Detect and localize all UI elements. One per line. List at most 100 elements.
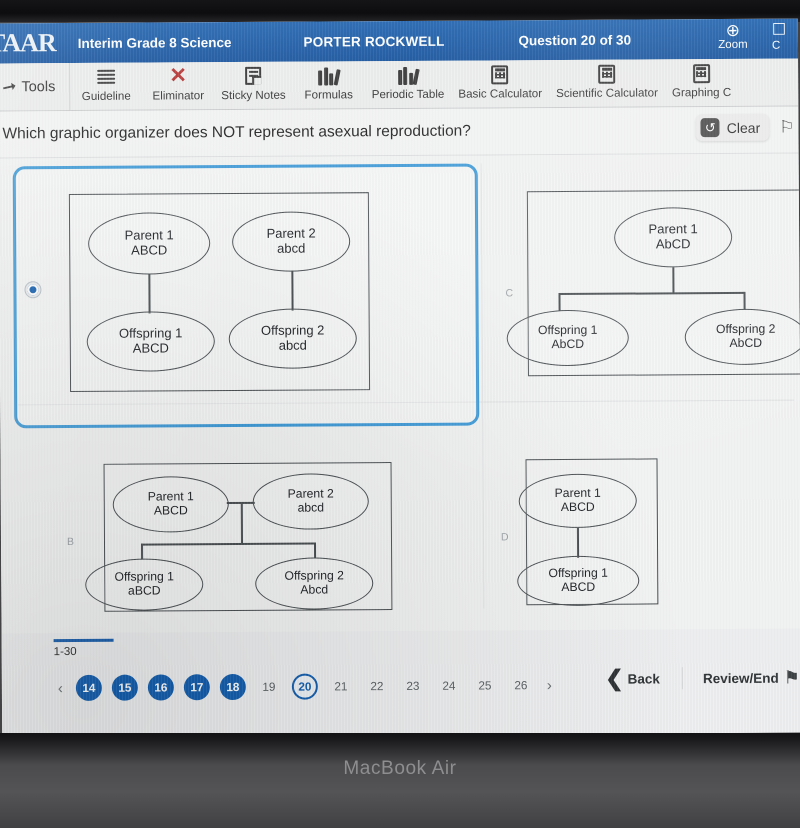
test-title: Interim Grade 8 Science <box>77 34 232 51</box>
answer-option-a[interactable]: Parent 1 ABCD Parent 2 abcd Offspring 1 … <box>7 162 480 433</box>
link-to-offspring-2 <box>314 542 316 559</box>
laptop-bottom-bezel <box>0 733 800 828</box>
node-parent-2: Parent 2 abcd <box>252 473 369 530</box>
node-line-2: ABCD <box>153 503 188 518</box>
tool-label: Basic Calculator <box>458 87 543 101</box>
tool-label: Graphing C <box>671 85 732 100</box>
tool-label: Scientific Calculator <box>556 86 658 101</box>
chevron-left-icon: ❮ <box>605 665 624 691</box>
tool-periodic-table[interactable]: Periodic Table <box>365 61 452 102</box>
clear-button[interactable]: ↺ Clear <box>695 113 770 142</box>
staar-logo: TAAR <box>0 28 56 58</box>
sticky-note-icon <box>245 65 262 87</box>
link-parent-offspring <box>576 527 579 558</box>
clear-label: Clear <box>726 119 761 136</box>
node-parent-1: Parent 1 ABCD <box>112 476 229 533</box>
node-line-1: Offspring 1 <box>118 325 183 342</box>
answer-option-d[interactable]: D Parent 1 ABCD Offspring 1 ABCD <box>492 439 800 625</box>
review-end-button[interactable]: Review/End ⚑ <box>683 667 800 689</box>
pointer-arrow-icon: ➞ <box>0 76 19 98</box>
option-d-letter: D <box>500 531 509 544</box>
page-18[interactable]: 18 <box>219 673 246 701</box>
option-a-radio[interactable] <box>25 282 41 298</box>
node-parent-1: Parent 1 AbCD <box>613 206 733 268</box>
node-line-1: Parent 1 <box>648 221 698 237</box>
tool-sticky-notes[interactable]: Sticky Notes <box>214 62 293 102</box>
laptop-photo: TAAR Interim Grade 8 Science PORTER ROCK… <box>0 0 800 828</box>
link-to-offspring-2 <box>743 291 746 310</box>
cutoff-icon: ☐ <box>771 21 787 39</box>
nav-right-controls: ❮ Back Review/End ⚑ <box>599 665 800 691</box>
cutoff-label: C <box>771 39 781 52</box>
page-24[interactable]: 24 <box>436 673 462 699</box>
calculator-icon <box>491 63 509 85</box>
node-line-2: AbCD <box>551 336 585 352</box>
answer-option-c[interactable]: C Parent 1 AbCD Offspring 1 AbCD Offspri… <box>491 159 800 429</box>
link-parent-stem <box>672 267 674 294</box>
tool-scientific-calculator[interactable]: Scientific Calculator <box>549 59 665 100</box>
page-19[interactable]: 19 <box>256 674 282 700</box>
progress-label: 1-30 <box>53 645 77 658</box>
tool-guideline[interactable]: Guideline <box>70 63 142 103</box>
books-icon <box>318 64 341 86</box>
zoom-label: Zoom <box>718 38 748 52</box>
node-line-2: AbCD <box>729 335 763 350</box>
screen: TAAR Interim Grade 8 Science PORTER ROCK… <box>0 18 800 738</box>
node-line-2: aBCD <box>127 583 161 598</box>
calculator-icon <box>598 63 616 85</box>
page-15[interactable]: 15 <box>111 674 138 701</box>
back-button[interactable]: ❮ Back <box>599 665 683 691</box>
tool-graphing-calculator[interactable]: Graphing C <box>665 59 739 99</box>
page-16[interactable]: 16 <box>147 674 174 701</box>
node-line-2: ABCD <box>131 242 168 258</box>
guideline-lines-icon <box>97 66 116 88</box>
tool-basic-calculator[interactable]: Basic Calculator <box>451 60 549 101</box>
topbar-cutoff-button[interactable]: ☐ C <box>772 21 798 52</box>
tools-menu-button[interactable]: ➞ Tools <box>0 63 71 112</box>
link-parent2-offspring2 <box>291 270 294 311</box>
node-offspring-2: Offspring 2 AbCD <box>684 308 800 366</box>
page-23[interactable]: 23 <box>400 673 426 699</box>
page-17[interactable]: 17 <box>183 674 210 701</box>
page-14[interactable]: 14 <box>75 674 102 701</box>
page-25[interactable]: 25 <box>472 672 498 698</box>
flag-outline-icon[interactable]: ⚐ <box>779 117 796 137</box>
node-line-2: AbCD <box>655 236 691 252</box>
progress-indicator: 1-30 <box>53 638 114 658</box>
option-a-diagram: Parent 1 ABCD Parent 2 abcd Offspring 1 … <box>68 192 371 393</box>
question-text: Which graphic organizer does NOT represe… <box>2 122 471 143</box>
node-line-2: abcd <box>277 240 306 256</box>
tool-label: Periodic Table <box>371 87 445 102</box>
node-offspring-1: Offspring 1 AbCD <box>506 309 629 367</box>
app-top-bar: TAAR Interim Grade 8 Science PORTER ROCK… <box>0 18 799 64</box>
tools-toolbar: ➞ Tools Guideline ✕ Eliminator Sticky No… <box>0 58 799 112</box>
link-to-offspring-1 <box>558 293 561 312</box>
answer-option-b[interactable]: B Parent 1 ABCD Parent 2 abcd Offspring … <box>8 442 477 629</box>
vertical-divider <box>480 163 485 609</box>
chevron-left-icon[interactable]: ‹ <box>50 680 71 697</box>
page-26[interactable]: 26 <box>508 672 534 698</box>
option-c-diagram: Parent 1 AbCD Offspring 1 AbCD Offspring… <box>506 189 800 377</box>
link-crossbar <box>141 542 316 546</box>
page-20[interactable]: 20 <box>291 673 318 700</box>
node-offspring-2: Offspring 2 Abcd <box>255 557 374 610</box>
magnifier-plus-icon: ⊕ <box>725 20 741 41</box>
bottom-navigation: 1-30 ‹ 14 15 16 17 18 19 20 21 22 23 24 … <box>1 628 800 738</box>
node-parent-2: Parent 2 abcd <box>231 211 351 273</box>
zoom-button[interactable]: ⊕ Zoom <box>706 21 760 51</box>
tool-formulas[interactable]: Formulas <box>293 61 365 102</box>
macbook-air-label: MacBook Air <box>343 758 457 779</box>
node-offspring-1: Offspring 1 ABCD <box>86 311 215 372</box>
option-d-diagram: Parent 1 ABCD Offspring 1 ABCD <box>517 458 659 607</box>
progress-bar <box>53 638 114 642</box>
link-to-offspring-1 <box>141 543 143 560</box>
node-line-2: abcd <box>278 337 307 353</box>
link-parent1-offspring1 <box>148 273 151 314</box>
books-icon <box>397 64 420 86</box>
page-21[interactable]: 21 <box>328 673 354 699</box>
review-label: Review/End <box>702 670 779 686</box>
tool-eliminator[interactable]: ✕ Eliminator <box>142 62 214 102</box>
chevron-right-icon[interactable]: › <box>539 677 560 694</box>
page-22[interactable]: 22 <box>364 673 390 699</box>
node-offspring-2: Offspring 2 abcd <box>228 308 357 370</box>
